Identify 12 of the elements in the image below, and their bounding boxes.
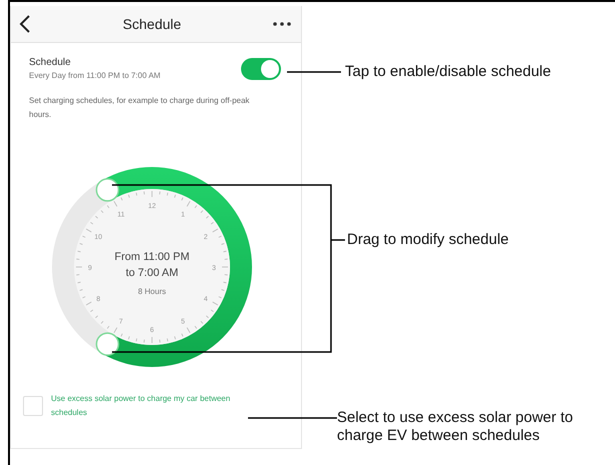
schedule-toggle[interactable] [241, 58, 281, 80]
solar-checkbox[interactable] [23, 396, 43, 416]
screen-title: Schedule [122, 16, 182, 32]
annotation-text: Tap to enable/disable schedule [345, 63, 551, 81]
schedule-summary: Every Day from 11:00 PM to 7:00 AM [29, 71, 160, 80]
more-icon[interactable] [272, 22, 291, 26]
schedule-label: Schedule [29, 57, 72, 68]
description-text: Set charging schedules, for example to charge during off-peak hours. [29, 95, 250, 121]
annotation-text: Drag to modify schedule [347, 231, 509, 249]
annotation-text: Select to use excess solar power to charge EV between schedules [337, 409, 574, 445]
leader-line [287, 71, 341, 73]
back-icon[interactable] [19, 15, 31, 33]
